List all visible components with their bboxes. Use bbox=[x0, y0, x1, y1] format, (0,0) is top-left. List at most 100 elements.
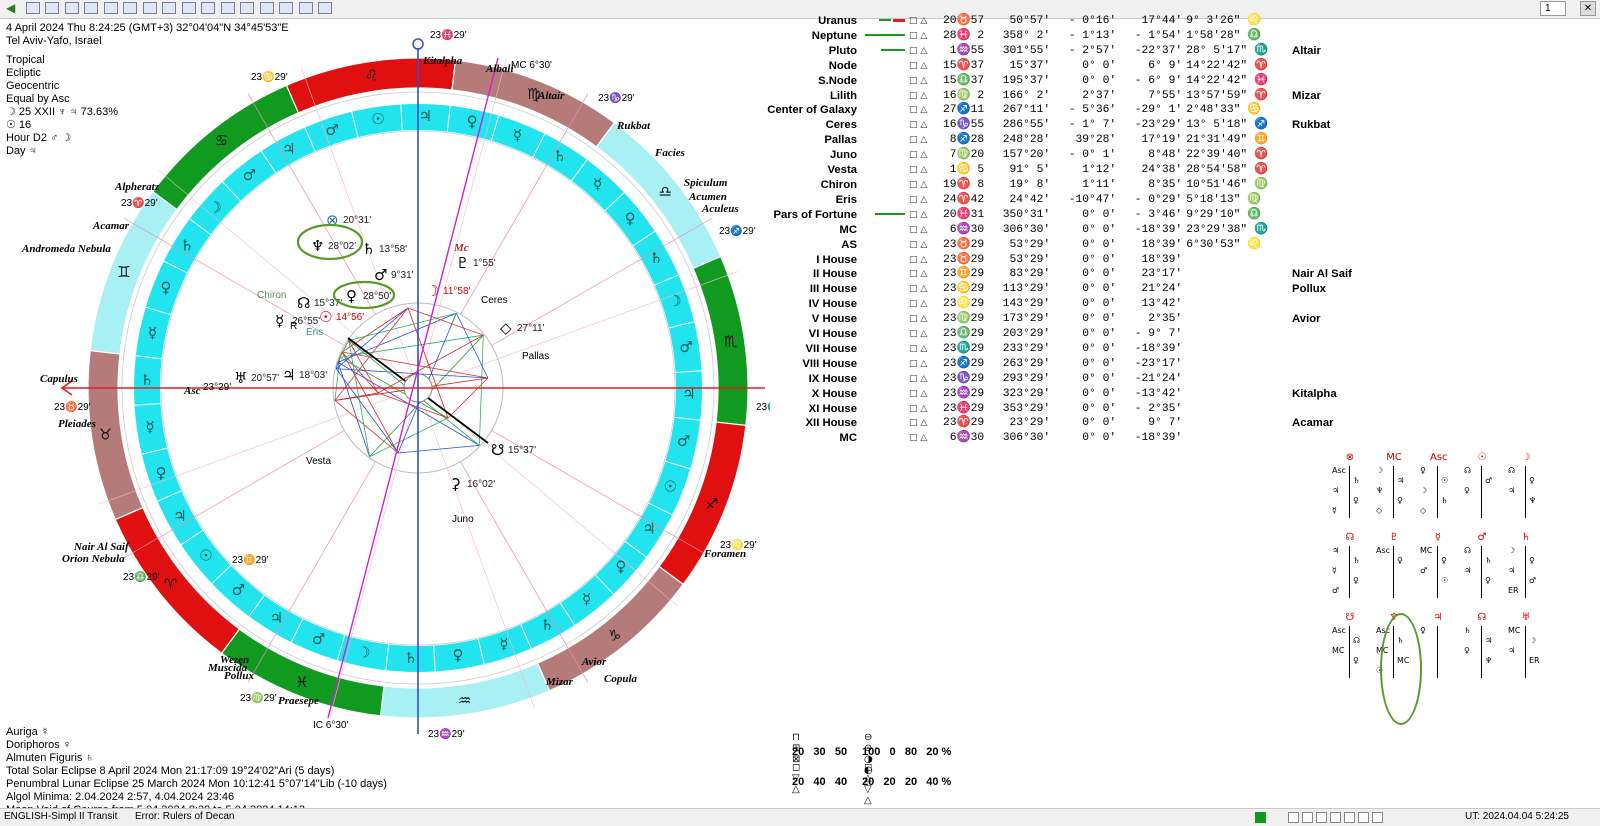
table-row[interactable]: III House □ △ 23♋29 113°29' 0° 0' 21°24' Pollu… bbox=[755, 282, 1354, 297]
table-row[interactable]: XII House □ △ 23♈29 23°29' 0° 0' 9° 7' Acamar bbox=[755, 416, 1354, 431]
close-icon[interactable]: ✕ bbox=[1580, 1, 1596, 16]
help-icon[interactable] bbox=[318, 2, 332, 14]
globe-icon[interactable] bbox=[45, 2, 59, 14]
planet-glyph-icon[interactable]: ⚳ bbox=[450, 475, 461, 493]
chart-place: Tel Aviv-Yafo, Israel bbox=[6, 35, 102, 47]
calendar-icon[interactable] bbox=[25, 2, 40, 14]
transit-icon[interactable] bbox=[220, 2, 235, 14]
planet-glyph-icon[interactable]: ♄ bbox=[362, 240, 375, 258]
cell-nm: Juno bbox=[830, 149, 857, 162]
planetary-day: Day ♃ bbox=[6, 145, 37, 157]
table-row[interactable]: AS □ △ 23♉29 53°29' 0° 0' 18°39' 6°30'53" ♌ bbox=[755, 238, 1354, 253]
planet-glyph-icon[interactable]: ☋ bbox=[491, 441, 504, 459]
report-icon[interactable] bbox=[201, 2, 215, 14]
view-mode-icon[interactable] bbox=[1330, 812, 1341, 823]
planet-icon[interactable] bbox=[298, 2, 313, 14]
planet-glyph-icon[interactable]: ♅ bbox=[234, 369, 247, 387]
filter-icon[interactable] bbox=[123, 2, 137, 14]
dispositor-cell: ♄ bbox=[1353, 476, 1361, 485]
planet-glyph-icon[interactable]: ♃ bbox=[282, 366, 295, 384]
table-row[interactable]: MC □ △ 6♒30 306°30' 0° 0' -18°39' 23°29'38" ♏ bbox=[755, 223, 1354, 238]
fixed-star-label: Mizar bbox=[545, 676, 574, 688]
table-row[interactable]: I House □ △ 23♉29 53°29' 0° 0' 18°39' bbox=[755, 253, 1354, 268]
planet-glyph-icon[interactable]: ☽ bbox=[426, 282, 439, 300]
table-row[interactable]: XI House □ △ 23♓29 353°29' 0° 0' - 2°35' bbox=[755, 402, 1354, 417]
table-row[interactable]: Pluto □ △ 1♒55 301°55' - 2°57' -22°37' 28° 5'… bbox=[755, 44, 1354, 59]
table-row[interactable]: Chiron □ △ 19♈ 8 19° 8' 1°11' 8°35' 10°51'46" … bbox=[755, 178, 1354, 193]
strength-bar bbox=[863, 238, 907, 253]
cell-ra bbox=[1184, 342, 1270, 357]
table-row[interactable]: VIII House □ △ 23♐29 263°29' 0° 0' -23°17' bbox=[755, 357, 1354, 372]
planet-glyph-icon[interactable]: ☿ bbox=[275, 312, 284, 330]
decan-ruler-icon: ☿ bbox=[593, 175, 602, 193]
status-color-icon[interactable] bbox=[1255, 812, 1266, 823]
page-number-spinner[interactable]: 1 bbox=[1540, 1, 1566, 16]
tools-icon[interactable] bbox=[279, 2, 293, 14]
view-mode-icon[interactable] bbox=[1358, 812, 1369, 823]
aspect-icons: □ △ bbox=[909, 284, 928, 295]
dispositor-stem bbox=[1525, 626, 1526, 678]
strength-bar bbox=[863, 357, 907, 372]
table-row[interactable]: VII House □ △ 23♏29 233°29' 0° 0' -18°39' bbox=[755, 342, 1354, 357]
status-language: ENGLISH-Simpl II Transit bbox=[4, 811, 118, 822]
table-row[interactable]: Eris □ △ 24♈42 24°42' -10°47' - 0°29' 5°18'13"… bbox=[755, 193, 1354, 208]
table-row[interactable]: Ceres □ △ 16♑55 286°55' - 1° 7' -23°29' 13° 5'… bbox=[755, 118, 1354, 133]
table-row[interactable]: V House □ △ 23♍29 173°29' 0° 0' 2°35' Avior bbox=[755, 312, 1354, 327]
table-row[interactable]: S.Node □ △ 15♎37 195°37' 0° 0' - 6° 9' 14°22'4… bbox=[755, 74, 1354, 89]
table-row[interactable]: MC □ △ 6♒30 306°30' 0° 0' -18°39' bbox=[755, 431, 1354, 446]
cell-ra bbox=[1184, 416, 1270, 431]
table-row[interactable]: VI House □ △ 23♎29 203°29' 0° 0' - 9° 7' bbox=[755, 327, 1354, 342]
view-mode-icon[interactable] bbox=[1316, 812, 1327, 823]
notes-icon[interactable] bbox=[181, 2, 196, 14]
table-row[interactable]: Pars of Fortune □ △ 20♓31 350°31' 0° 0' - 3°4… bbox=[755, 208, 1354, 223]
fixed-star-label: Capulus bbox=[40, 373, 78, 385]
planet-glyph-icon[interactable]: ♆ bbox=[311, 237, 324, 255]
back-arrow-icon[interactable]: ◀ bbox=[6, 2, 20, 14]
view-mode-icon[interactable] bbox=[1288, 812, 1299, 823]
fixed-star-label: Copula bbox=[604, 673, 638, 685]
planet-glyph-icon[interactable]: ♂ bbox=[374, 266, 387, 284]
table-row[interactable]: Node □ △ 15♈37 15°37' 0° 0' 6° 9' 14°22'42" ♈ bbox=[755, 59, 1354, 74]
table-row[interactable]: X House □ △ 23♒29 323°29' 0° 0' -13°42' Kitalp… bbox=[755, 387, 1354, 402]
planet-degree: 27°11' bbox=[517, 323, 545, 334]
table-icon[interactable] bbox=[84, 2, 98, 14]
table-row[interactable]: Uranus □ △ 20♉57 50°57' - 0°16' 17°44' 9° 3'26… bbox=[755, 14, 1354, 29]
atlas-icon[interactable] bbox=[103, 2, 118, 14]
view-mode-icon[interactable] bbox=[1344, 812, 1355, 823]
table-row[interactable]: Center of Galaxy □ △ 27♐11 267°11' - 5°36' -2… bbox=[755, 103, 1354, 118]
cell-lon: 50°57' bbox=[1009, 15, 1051, 27]
dispositor-tree: ☋ Asc ☊ MC ♀ bbox=[1330, 612, 1370, 682]
table-row[interactable]: II House □ △ 23♊29 83°29' 0° 0' 23°17' Nair Al… bbox=[755, 267, 1354, 282]
planet-glyph-icon[interactable]: ♀ bbox=[346, 287, 357, 305]
table-row[interactable]: Vesta □ △ 1♋ 5 91° 5' 1°12' 24°38' 28°54'58" … bbox=[755, 163, 1354, 178]
strength-bar bbox=[863, 416, 907, 431]
planet-glyph-icon[interactable]: ♇ bbox=[456, 254, 469, 272]
table-row[interactable]: Pallas □ △ 8♐28 248°28' 39°28' 17°19' 21°31'4… bbox=[755, 133, 1354, 148]
table-row[interactable]: Juno □ △ 7♍20 157°20' - 0° 1' 8°48' 22°39'40"… bbox=[755, 148, 1354, 163]
view-mode-icon[interactable] bbox=[1302, 812, 1313, 823]
cell-decl: -23°29' bbox=[1134, 119, 1183, 132]
table-row[interactable]: Lilith □ △ 16♍ 2 166° 2' 2°37' 7°55' 13°57'59"… bbox=[755, 89, 1354, 104]
print-icon[interactable] bbox=[162, 2, 176, 14]
dispositor-cell: ♆ bbox=[1529, 496, 1537, 505]
planet-glyph-icon[interactable]: ☊ bbox=[297, 294, 310, 312]
planet-glyph-icon[interactable]: ☉ bbox=[319, 308, 332, 326]
table-row[interactable]: IX House □ △ 23♑29 293°29' 0° 0' -21°24' bbox=[755, 372, 1354, 387]
decan-ruler-icon: ♀ bbox=[452, 646, 463, 664]
planet-glyph-icon[interactable]: ◇ bbox=[500, 319, 512, 337]
table-row[interactable]: Neptune □ △ 28♓ 2 358° 2' - 1°13' - 1°54' 1°58… bbox=[755, 29, 1354, 44]
settings-icon[interactable] bbox=[259, 2, 274, 14]
export-icon[interactable] bbox=[142, 2, 157, 14]
table-row[interactable]: IV House □ △ 23♌29 143°29' 0° 0' 13°42' bbox=[755, 297, 1354, 312]
house-cusp-label: 23♐29' bbox=[719, 224, 756, 237]
fixed-star-label: Acamar bbox=[92, 220, 130, 232]
chart-wheel-icon[interactable] bbox=[64, 2, 79, 14]
aspect-icon[interactable] bbox=[240, 2, 254, 14]
cell-decl: -23°17' bbox=[1134, 357, 1183, 370]
dispositor-cell: ☊ bbox=[1353, 636, 1361, 645]
aspect-icons: □ △ bbox=[909, 194, 928, 205]
strength-bar bbox=[863, 312, 907, 327]
house-cusp-label: 23♊29' bbox=[232, 553, 269, 566]
zodiac-sign-icon: ♐ bbox=[705, 495, 718, 513]
document-icon[interactable] bbox=[1372, 812, 1383, 823]
